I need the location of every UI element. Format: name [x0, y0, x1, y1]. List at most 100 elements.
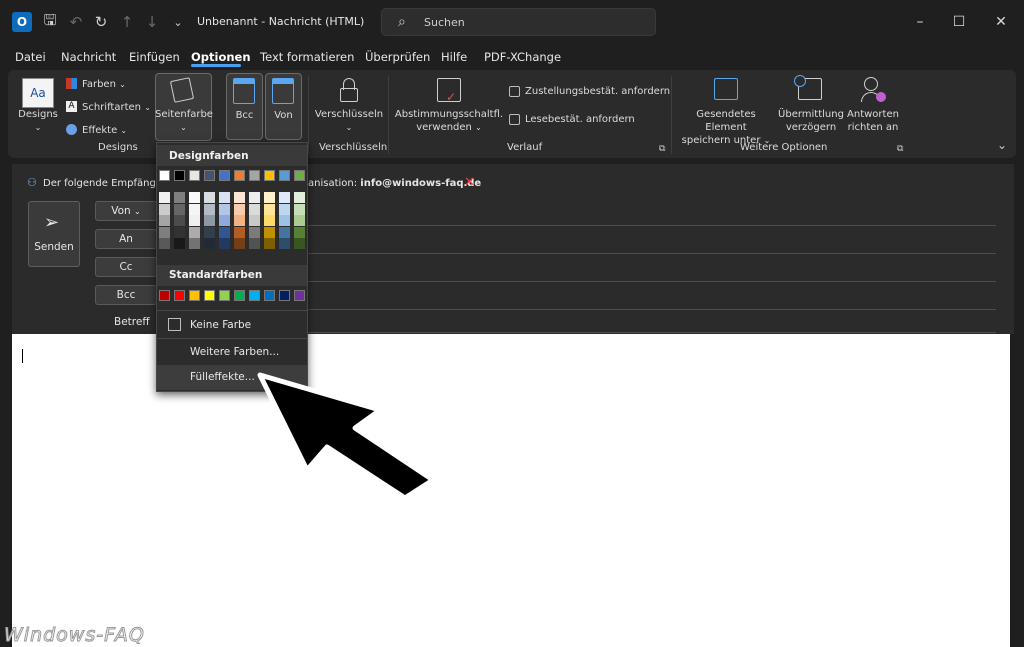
fonts-button[interactable]: Schriftarten ⌄	[82, 101, 151, 114]
designs-button[interactable]: Designs ⌄	[16, 108, 60, 134]
theme-color-shade[interactable]	[189, 238, 200, 249]
delivery-receipt-checkbox[interactable]	[509, 86, 520, 97]
theme-color-shade[interactable]	[219, 226, 230, 238]
standard-color-swatch[interactable]	[189, 290, 200, 301]
theme-color-swatch[interactable]	[204, 170, 215, 181]
standard-color-swatch[interactable]	[264, 290, 275, 301]
theme-color-swatch[interactable]	[174, 170, 185, 181]
theme-color-shade[interactable]	[264, 215, 275, 226]
collapse-ribbon-icon[interactable]: ⌄	[997, 138, 1007, 152]
delay-delivery-button[interactable]: Übermittlung verzögern	[775, 108, 847, 134]
fill-effects-item[interactable]: Fülleffekte...	[190, 371, 255, 383]
theme-color-shade[interactable]	[219, 203, 230, 215]
theme-color-shade[interactable]	[189, 192, 200, 203]
direct-replies-button[interactable]: Antworten richten an	[846, 108, 900, 134]
minimize-button[interactable]: –	[908, 10, 932, 34]
theme-color-shade[interactable]	[189, 215, 200, 226]
theme-color-shade[interactable]	[264, 226, 275, 238]
theme-color-shade[interactable]	[279, 238, 290, 249]
designs-icon[interactable]: Aa	[22, 78, 54, 108]
theme-color-shade[interactable]	[264, 203, 275, 215]
theme-color-shade[interactable]	[219, 215, 230, 226]
theme-color-swatch[interactable]	[279, 170, 290, 181]
theme-color-shade[interactable]	[234, 238, 245, 249]
theme-color-shade[interactable]	[204, 203, 215, 215]
menu-pdf-xchange[interactable]: PDF-XChange	[484, 50, 561, 64]
theme-color-shade[interactable]	[174, 226, 185, 238]
menu-datei[interactable]: Datei	[15, 50, 46, 64]
voting-buttons-button[interactable]: Abstimmungsschaltfl. verwenden ⌄	[394, 108, 504, 134]
theme-color-shade[interactable]	[189, 226, 200, 238]
theme-color-swatch[interactable]	[219, 170, 230, 181]
standard-color-swatch[interactable]	[234, 290, 245, 301]
standard-color-swatch[interactable]	[279, 290, 290, 301]
theme-color-shade[interactable]	[219, 192, 230, 203]
no-color-icon[interactable]	[168, 318, 181, 331]
from-button[interactable]: Von ⌄	[95, 201, 157, 221]
theme-color-shade[interactable]	[294, 215, 305, 226]
theme-color-shade[interactable]	[264, 238, 275, 249]
theme-color-shade[interactable]	[159, 215, 170, 226]
theme-color-shade[interactable]	[234, 215, 245, 226]
save-icon[interactable]: 🖫	[40, 11, 60, 32]
theme-color-shade[interactable]	[234, 203, 245, 215]
theme-color-shade[interactable]	[159, 238, 170, 249]
theme-color-shade[interactable]	[204, 215, 215, 226]
effects-button[interactable]: Effekte ⌄	[82, 124, 127, 137]
theme-color-shade[interactable]	[249, 238, 260, 249]
standard-color-swatch[interactable]	[204, 290, 215, 301]
search-box[interactable]: ⌕ Suchen	[381, 8, 656, 36]
more-colors-item[interactable]: Weitere Farben...	[190, 346, 279, 358]
menu-optionen[interactable]: Optionen	[191, 50, 251, 64]
theme-color-shade[interactable]	[249, 203, 260, 215]
to-field[interactable]	[308, 225, 996, 226]
undo-icon[interactable]: ↶	[66, 12, 86, 32]
standard-color-swatch[interactable]	[249, 290, 260, 301]
send-button[interactable]	[28, 201, 80, 267]
encrypt-button[interactable]: Verschlüsseln ⌄	[312, 108, 386, 134]
theme-color-swatch[interactable]	[249, 170, 260, 181]
theme-color-swatch[interactable]	[234, 170, 245, 181]
theme-color-shade[interactable]	[294, 203, 305, 215]
no-color-item[interactable]: Keine Farbe	[190, 319, 251, 331]
theme-color-shade[interactable]	[204, 192, 215, 203]
menu-text-formatieren[interactable]: Text formatieren	[260, 50, 354, 64]
standard-color-swatch[interactable]	[159, 290, 170, 301]
arrow-up-icon[interactable]: ↑	[117, 12, 137, 32]
theme-color-shade[interactable]	[204, 238, 215, 249]
standard-color-swatch[interactable]	[174, 290, 185, 301]
theme-color-shade[interactable]	[204, 226, 215, 238]
menu-nachricht[interactable]: Nachricht	[61, 50, 116, 64]
close-button[interactable]: ✕	[989, 10, 1013, 34]
theme-color-shade[interactable]	[264, 192, 275, 203]
theme-color-shade[interactable]	[249, 215, 260, 226]
colors-button[interactable]: Farben ⌄	[82, 78, 126, 91]
theme-color-shade[interactable]	[159, 192, 170, 203]
theme-color-swatch[interactable]	[189, 170, 200, 181]
theme-color-shade[interactable]	[159, 203, 170, 215]
theme-color-shade[interactable]	[189, 203, 200, 215]
theme-color-shade[interactable]	[174, 203, 185, 215]
theme-color-shade[interactable]	[294, 192, 305, 203]
theme-color-shade[interactable]	[279, 226, 290, 238]
subject-field[interactable]	[308, 332, 996, 333]
theme-color-shade[interactable]	[249, 192, 260, 203]
redo-icon[interactable]: ↻	[91, 12, 111, 32]
more-options-dialog-launcher-icon[interactable]: ⧉	[897, 144, 903, 154]
theme-color-shade[interactable]	[279, 203, 290, 215]
theme-color-shade[interactable]	[249, 226, 260, 238]
theme-color-shade[interactable]	[174, 192, 185, 203]
cc-field[interactable]	[308, 253, 996, 254]
theme-color-shade[interactable]	[294, 226, 305, 238]
theme-color-shade[interactable]	[279, 215, 290, 226]
theme-color-shade[interactable]	[174, 215, 185, 226]
theme-color-shade[interactable]	[294, 238, 305, 249]
bcc-button[interactable]: Bcc	[95, 285, 157, 305]
standard-color-swatch[interactable]	[219, 290, 230, 301]
theme-color-swatch[interactable]	[264, 170, 275, 181]
theme-color-swatch[interactable]	[294, 170, 305, 181]
theme-color-shade[interactable]	[159, 226, 170, 238]
theme-color-shade[interactable]	[234, 192, 245, 203]
read-receipt-checkbox[interactable]	[509, 114, 520, 125]
menu-einfuegen[interactable]: Einfügen	[129, 50, 180, 64]
